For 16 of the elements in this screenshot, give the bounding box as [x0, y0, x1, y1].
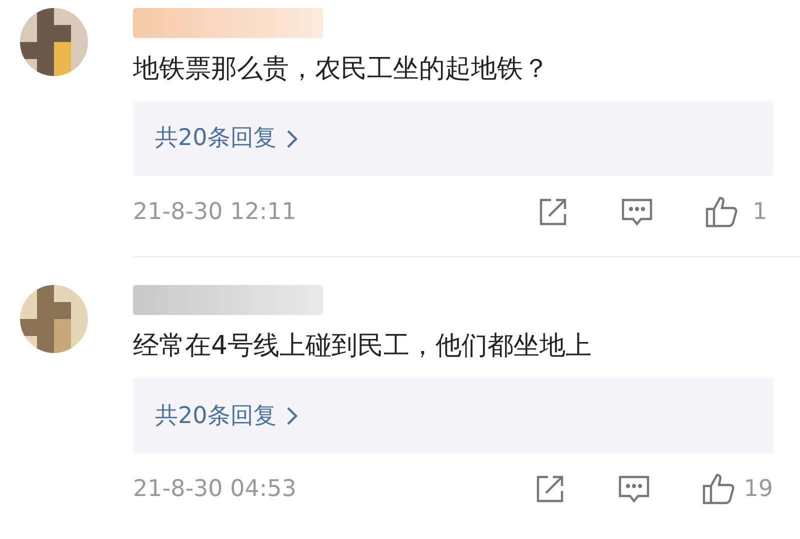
chevron-icon	[286, 406, 298, 426]
avatar-icon[interactable]	[20, 8, 88, 76]
thumbs-up-icon[interactable]	[705, 196, 739, 228]
comment-icon[interactable]	[621, 197, 653, 228]
like-button[interactable]: 19	[702, 472, 773, 507]
comment-date: 21-8-30 12:11	[133, 198, 298, 227]
chevron-icon	[286, 128, 298, 149]
comment-text: 经常在4号线上碰到民工，他们都坐地上	[133, 331, 593, 362]
comment-date: 21-8-30 04:53	[133, 475, 298, 504]
replies-link[interactable]: 共20条回复	[155, 121, 298, 156]
thumbs-up-icon[interactable]	[702, 473, 736, 506]
like-button[interactable]: 1	[705, 194, 773, 230]
replies-link[interactable]: 共20条回复	[155, 398, 298, 434]
avatar-icon[interactable]	[20, 285, 88, 354]
comment-text: 地铁票那么贵，农民工坐的起地铁？	[133, 54, 550, 86]
comment-icon[interactable]	[618, 474, 650, 504]
